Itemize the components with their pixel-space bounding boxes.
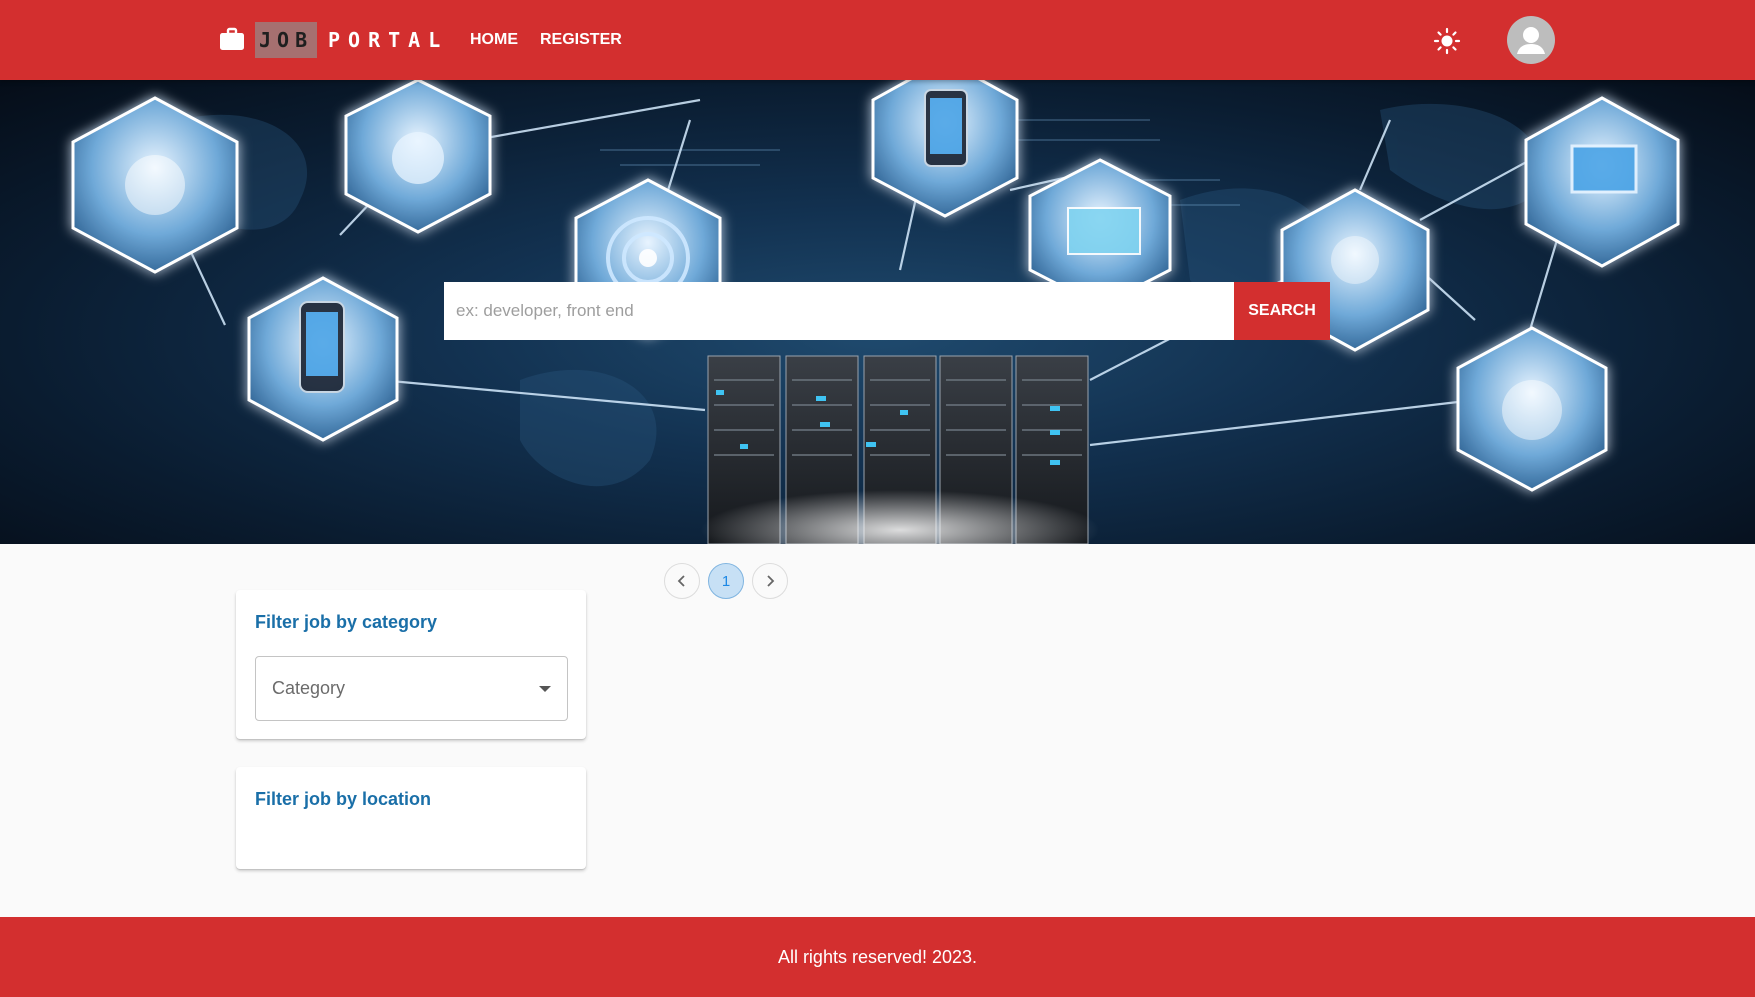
search-button[interactable]: SEARCH	[1234, 282, 1330, 340]
page-footer: All rights reserved! 2023.	[0, 917, 1755, 997]
brand-logo-portal: PORTAL	[328, 28, 449, 52]
user-avatar-icon	[1517, 27, 1545, 54]
nav-register-link[interactable]: REGISTER	[540, 28, 622, 52]
server-racks	[700, 355, 1100, 544]
category-filter-card: Filter job by category Category	[236, 590, 586, 739]
hero-banner: SEARCH	[0, 80, 1755, 544]
location-filter-title: Filter job by location	[255, 789, 432, 809]
nav-home-link[interactable]: HOME	[470, 28, 518, 52]
sun-icon	[1433, 27, 1461, 55]
briefcase-icon	[220, 27, 244, 50]
pagination-page-current[interactable]: 1	[708, 563, 744, 599]
theme-toggle-button[interactable]	[1430, 24, 1464, 58]
location-filter-card: Filter job by location	[236, 767, 586, 869]
chevron-left-icon	[677, 575, 685, 587]
dropdown-arrow-icon	[539, 686, 551, 692]
pagination-prev-button[interactable]	[664, 563, 700, 599]
brand-logo-job: JOB	[255, 22, 318, 58]
category-filter-title: Filter job by category	[255, 612, 438, 632]
top-navbar: JOB PORTAL HOME REGISTER	[0, 0, 1755, 80]
category-select[interactable]: Category	[255, 656, 568, 721]
category-select-placeholder: Category	[272, 678, 346, 698]
footer-copyright: All rights reserved! 2023.	[777, 946, 978, 967]
chevron-right-icon	[767, 575, 775, 587]
job-search-input[interactable]	[444, 282, 1234, 340]
user-avatar-button[interactable]	[1507, 16, 1555, 64]
pagination-next-button[interactable]	[752, 563, 788, 599]
